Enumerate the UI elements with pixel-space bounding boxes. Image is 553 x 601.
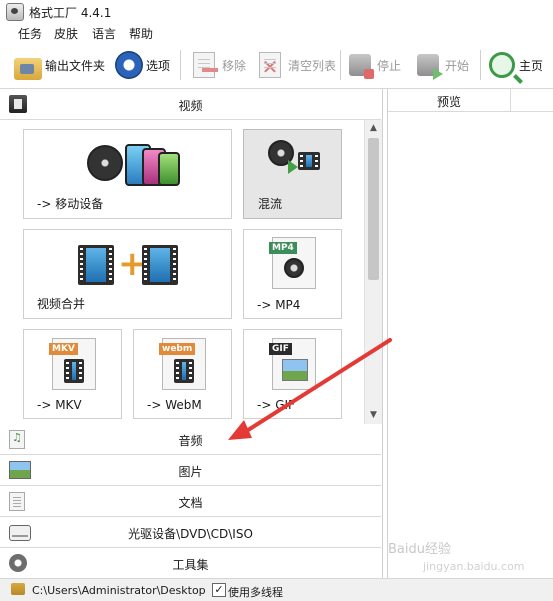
options-label: 选项 [146, 58, 171, 73]
status-bar: C:\Users\Administrator\Desktop ✓ 使用多线程 [0, 578, 553, 601]
watermark-url: jingyan.baidu.com [423, 560, 525, 573]
tile-mp4[interactable]: MP4 -> MP4 [243, 229, 342, 319]
home-button[interactable]: 主页 [488, 50, 543, 80]
format-tag: MKV [49, 343, 78, 355]
start-icon [417, 54, 443, 80]
clear-list-label: 清空列表 [288, 58, 337, 73]
column-divider [510, 89, 511, 111]
film-reel-icon [87, 145, 123, 181]
tile-label: -> MKV [37, 398, 82, 412]
menu-skin[interactable]: 皮肤 [54, 25, 78, 42]
toolbar: 输出文件夹 选项 移除 ✕ 清空列表 停止 开始 主页 [0, 42, 553, 89]
toolbar-separator [480, 50, 481, 80]
category-video[interactable]: 视频 [0, 89, 381, 120]
tile-label: -> MP4 [257, 298, 301, 312]
format-tag: MP4 [269, 242, 297, 254]
stop-label: 停止 [377, 58, 402, 73]
menu-bar: 任务 皮肤 语言 帮助 [0, 22, 553, 42]
tile-mkv[interactable]: MKV -> MKV [23, 329, 122, 419]
file-icon: MKV [49, 338, 96, 390]
remove-icon [193, 52, 218, 78]
tile-label: -> GIF [257, 398, 295, 412]
category-document[interactable]: 文档 [0, 486, 381, 517]
output-folder-button[interactable]: 输出文件夹 [14, 50, 105, 80]
tile-label: -> 移动设备 [37, 197, 104, 211]
tile-gif[interactable]: GIF -> GIF [243, 329, 342, 419]
category-disc[interactable]: 光驱设备\DVD\CD\ISO [0, 517, 381, 548]
file-icon: MP4 [269, 237, 316, 289]
title-bar: 格式工厂 4.4.1 [0, 0, 553, 22]
preview-column-header[interactable]: 预览 [388, 93, 510, 110]
watermark: Baidu经验 [388, 542, 451, 557]
film-reel-icon [284, 258, 304, 278]
tile-label: -> WebM [147, 398, 202, 412]
category-tools-label: 工具集 [172, 558, 209, 572]
home-label: 主页 [519, 58, 544, 73]
tile-label: 视频合并 [37, 297, 86, 311]
stop-icon [349, 54, 374, 79]
tile-label: 混流 [258, 197, 283, 211]
menu-task[interactable]: 任务 [18, 25, 42, 42]
category-image[interactable]: 图片 [0, 455, 381, 486]
folder-icon[interactable] [11, 583, 25, 595]
film-strip-icon [78, 245, 114, 285]
tile-mux[interactable]: 混流 [243, 129, 342, 219]
scroll-up-icon[interactable]: ▲ [366, 121, 381, 136]
output-folder-label: 输出文件夹 [45, 58, 106, 73]
options-button[interactable]: 选项 [115, 50, 170, 80]
remove-label: 移除 [222, 58, 247, 73]
film-strip-icon [174, 359, 194, 383]
multithread-checkbox[interactable]: ✓ [212, 583, 226, 597]
film-strip-icon [64, 359, 84, 383]
category-tools[interactable]: 工具集 [0, 548, 381, 579]
preview-header: 预览 [388, 89, 553, 112]
format-tag: GIF [269, 343, 292, 355]
image-icon [282, 359, 308, 381]
start-label: 开始 [445, 58, 470, 73]
clear-list-button[interactable]: ✕ 清空列表 [255, 50, 336, 80]
multithread-label: 使用多线程 [228, 586, 283, 599]
scroll-thumb[interactable] [368, 138, 379, 280]
video-tiles: -> 移动设备 混流 + 视频合并 MP4 -> MP4 MKV -> MKV … [0, 120, 381, 424]
menu-help[interactable]: 帮助 [129, 25, 153, 42]
tile-webm[interactable]: webm -> WebM [133, 329, 232, 419]
category-audio-label: 音频 [178, 434, 203, 448]
film-strip-icon [298, 152, 320, 170]
remove-button[interactable]: 移除 [189, 50, 246, 80]
options-icon [115, 51, 143, 79]
category-video-label: 视频 [178, 99, 203, 113]
window-title: 格式工厂 4.4.1 [29, 6, 112, 20]
preview-panel: 预览 [387, 89, 553, 578]
function-panel: 视频 -> 移动设备 混流 + 视频合并 MP4 -> MP4 MKV -> M… [0, 89, 383, 579]
menu-language[interactable]: 语言 [92, 25, 116, 42]
category-image-label: 图片 [178, 465, 203, 479]
tile-mobile-device[interactable]: -> 移动设备 [23, 129, 232, 219]
start-button[interactable]: 开始 [414, 50, 469, 80]
category-document-label: 文档 [178, 496, 203, 510]
clear-list-icon: ✕ [259, 52, 281, 79]
category-disc-label: 光驱设备\DVD\CD\ISO [128, 527, 253, 541]
arrow-icon [288, 160, 298, 174]
tiles-scrollbar[interactable]: ▲ ▼ [364, 120, 382, 424]
toolbar-separator [180, 50, 181, 80]
tile-video-merge[interactable]: + 视频合并 [23, 229, 232, 319]
category-audio[interactable]: 音频 [0, 424, 381, 455]
output-path: C:\Users\Administrator\Desktop [32, 584, 206, 597]
magnifier-icon [489, 52, 515, 78]
file-icon: webm [159, 338, 206, 390]
phone-icon [158, 152, 180, 186]
stop-button[interactable]: 停止 [346, 50, 401, 80]
app-icon [6, 3, 24, 21]
scroll-down-icon[interactable]: ▼ [366, 408, 381, 423]
file-icon: GIF [269, 338, 316, 390]
output-folder-icon [14, 58, 42, 80]
film-strip-icon [142, 245, 178, 285]
toolbar-separator [340, 50, 341, 80]
format-tag: webm [159, 343, 196, 355]
